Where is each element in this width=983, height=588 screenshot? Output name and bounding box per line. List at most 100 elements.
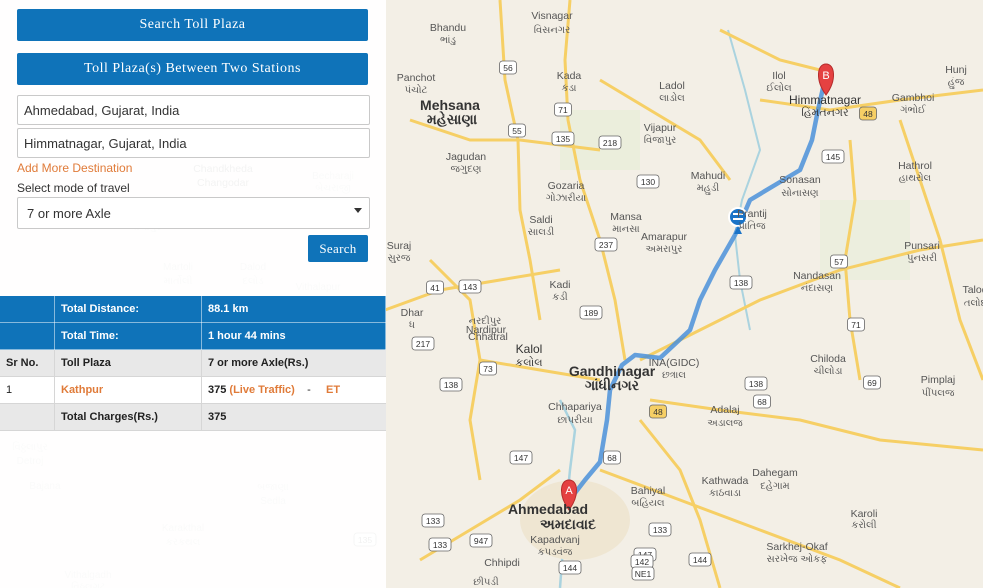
header-plaza: Toll Plaza: [54, 349, 202, 377]
highway-shield: 73: [479, 361, 497, 376]
map-place-label: Bhandu: [430, 22, 466, 34]
plaza-name[interactable]: Kathpur: [61, 384, 103, 396]
map-place-label: મહેસાણા: [427, 110, 478, 128]
map-place-label: Visnagar: [531, 10, 573, 22]
map-place-label: ધ: [409, 320, 415, 331]
map-place-label: વિસનગર: [534, 24, 571, 36]
svg-text:143: 143: [463, 282, 477, 292]
highway-shield: NE1: [631, 566, 655, 581]
svg-text:133: 133: [426, 516, 440, 526]
map-place-label: પ્રાંતિજ: [738, 220, 766, 232]
map-place-label: Nandasan: [793, 270, 841, 282]
header-sr: Sr No.: [0, 349, 55, 377]
svg-text:68: 68: [607, 453, 617, 463]
map-place-label: Saldi: [529, 214, 552, 226]
map-place-label: છત્રાલ: [662, 370, 686, 381]
map-place-label: માનસા: [612, 224, 640, 235]
map-place-label: નરદીપુર: [469, 315, 502, 327]
map-place-label: કડા: [562, 83, 578, 94]
time-row: Total Time: 1 hour 44 mins: [0, 322, 386, 350]
search-button[interactable]: Search: [308, 235, 368, 262]
destination-input[interactable]: [17, 128, 370, 158]
map-place-label: ચીલોડા: [814, 364, 843, 377]
map-place-label: સોનાસણ: [781, 186, 819, 199]
svg-text:237: 237: [599, 240, 613, 250]
between-stations-button[interactable]: Toll Plaza(s) Between Two Stations: [17, 53, 368, 85]
empty-cell: [0, 322, 55, 350]
distance-value: 88.1 km: [201, 296, 386, 323]
svg-text:133: 133: [653, 525, 667, 535]
svg-text:69: 69: [867, 378, 877, 388]
svg-text:48: 48: [653, 407, 663, 417]
highway-shield: 133: [428, 537, 452, 552]
mode-label: Select mode of travel: [17, 181, 130, 195]
add-more-destination-link[interactable]: Add More Destination: [17, 161, 132, 175]
svg-text:947: 947: [474, 536, 488, 546]
svg-text:41: 41: [430, 283, 440, 293]
map-place-label: અમદાવાદ: [540, 516, 596, 532]
map-place-label: છાપરીયા: [557, 414, 593, 426]
svg-text:144: 144: [563, 563, 577, 573]
svg-text:145: 145: [826, 152, 840, 162]
map-place-label: Kalol: [516, 342, 543, 356]
origin-input[interactable]: [17, 95, 370, 125]
marker-a-label: A: [565, 485, 573, 497]
map-place-label: જગુદણ: [450, 164, 481, 175]
svg-text:48: 48: [863, 109, 873, 119]
svg-text:55: 55: [512, 126, 522, 136]
highway-shield: 138: [439, 377, 463, 392]
map-place-label: પંચોટ: [405, 83, 428, 96]
highway-shield: 138: [729, 275, 753, 290]
map-place-label: હાથરોલ: [899, 171, 932, 184]
empty-cell: [0, 296, 55, 323]
map-place-label: સાલડી: [528, 226, 555, 238]
highway-shield: 71: [847, 317, 865, 332]
map-place-label: ઈલોલ: [766, 81, 792, 94]
toll-panel: Search Toll Plaza Toll Plaza(s) Between …: [0, 0, 386, 588]
svg-text:71: 71: [558, 105, 568, 115]
row-plaza-link[interactable]: Kathpur: [54, 376, 202, 404]
highway-shield: 69: [863, 375, 881, 390]
map-place-label: Karoli: [851, 508, 878, 520]
highway-shield: 48: [859, 106, 877, 121]
header-amount: 7 or more Axle(Rs.): [201, 349, 386, 377]
mode-select[interactable]: 7 or more Axle: [17, 197, 370, 229]
map-place-label: અમરાપુર: [646, 244, 683, 255]
mode-select-value: 7 or more Axle: [27, 206, 111, 221]
highway-shield: 57: [830, 254, 848, 269]
map-place-label: Sonasan: [779, 174, 821, 186]
svg-text:217: 217: [416, 339, 430, 349]
map-place-label: Chhapariya: [548, 401, 602, 413]
map-place-label: કાઠવાડા: [709, 488, 742, 499]
map-place-label: Ilol: [772, 70, 785, 82]
map-place-label: તલોદ: [964, 296, 983, 309]
map-place-label: કપડવંજ: [538, 546, 573, 558]
total-value: 375: [201, 403, 386, 431]
map-place-label: Gambhoi: [892, 92, 935, 104]
map-place-label: Jagudan: [446, 151, 486, 163]
map-place-label: Adalaj: [710, 404, 739, 416]
live-traffic-link[interactable]: (Live Traffic): [229, 384, 294, 396]
et-link[interactable]: ET: [326, 384, 340, 396]
map-place-label: Talod: [962, 284, 983, 296]
highway-shield: 189: [579, 305, 603, 320]
row-amount: 375 (Live Traffic) - ET: [201, 376, 386, 404]
highway-shield: 133: [421, 513, 445, 528]
row-sr: 1: [0, 376, 55, 404]
map-place-label: Pimplaj: [921, 374, 955, 386]
map-place-label: Amarapur: [641, 231, 688, 243]
highway-shield: 144: [558, 560, 582, 575]
map-place-label: Ladol: [659, 80, 685, 92]
map-place-label: Suraj: [387, 240, 412, 252]
search-toll-plaza-button[interactable]: Search Toll Plaza: [17, 9, 368, 41]
map-place-label: સરખેજ ઓકફ: [767, 552, 828, 565]
highway-shield: 144: [688, 552, 712, 567]
map-place-label: Ahmedabad: [508, 501, 588, 517]
map-place-label: Kadi: [549, 279, 570, 291]
map-place-label: Mahudi: [691, 170, 725, 182]
svg-text:133: 133: [433, 540, 447, 550]
highway-shield: 142: [630, 554, 654, 569]
map-place-label: Mansa: [610, 211, 642, 223]
svg-text:138: 138: [749, 379, 763, 389]
map-place-label: Chhipdi: [484, 557, 520, 569]
